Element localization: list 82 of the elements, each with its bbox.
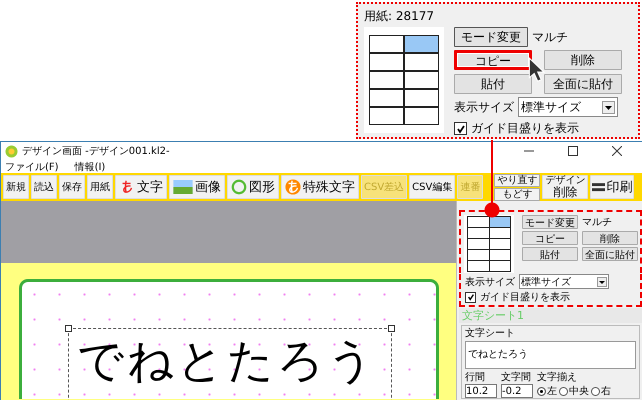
label-cell[interactable] [405,108,438,124]
align-label: 文字揃え [537,370,578,384]
resize-handle[interactable] [388,325,395,332]
label-cell[interactable] [370,54,403,70]
text-area[interactable]: でねとたろう [465,341,636,369]
action-button[interactable]: コピー [454,50,532,70]
radio-option[interactable]: 中央 [559,384,589,398]
label-cell[interactable] [490,261,510,271]
label-cell[interactable] [370,72,403,88]
action-button[interactable]: コピー [522,231,578,245]
app-logo-icon [5,144,18,158]
dropdown-icon [597,276,607,286]
size-label: 表示サイズ [454,98,514,116]
size-label: 表示サイズ [465,276,515,288]
label-cell[interactable] [370,36,403,52]
checkbox[interactable] [465,292,476,302]
selection-frame[interactable]: でねとたろう [68,328,392,400]
label-cell[interactable] [405,90,438,106]
toolbar-button[interactable]: 読込 [31,175,57,199]
toolbar-button[interactable]: 用紙 [87,175,113,199]
toolbar-button[interactable]: 印刷 [590,175,634,199]
toolbar-button[interactable]: 特殊文字 [281,175,359,199]
landscape-icon [173,180,193,194]
label-cell[interactable] [490,239,510,249]
label-text: でねとたろう [77,332,377,389]
printer-icon [592,182,606,192]
label-cell[interactable] [405,72,438,88]
toolbar-button[interactable]: 保存 [59,175,85,199]
spin-field[interactable]: -0.2 [501,384,533,398]
checkbox-label: ガイド目盛りを表示 [480,290,570,304]
toolbar-button[interactable]: 画像 [169,175,225,199]
action-button[interactable]: 貼付 [522,247,578,261]
label-cell[interactable] [468,239,488,249]
paper-label: 用紙: 28177 [364,8,436,25]
mode-value: マルチ [582,216,612,229]
sheet-title: 文字シート1 [459,308,642,323]
hiragana-icon [285,179,301,195]
label-cell[interactable] [370,90,403,106]
action-button[interactable]: 削除 [582,231,638,245]
size-select[interactable]: 標準サイズ [519,274,609,289]
toolbar-button[interactable]: やり直す [494,174,540,186]
label-cell[interactable] [468,217,488,227]
toolbar-button[interactable]: デザイン 削除 [542,175,588,199]
label-cell[interactable] [405,36,438,52]
spin-field[interactable]: 10.2 [465,384,497,398]
toolbar-button[interactable]: もどす [494,188,540,200]
dropdown-icon [602,100,615,114]
toolbar-button[interactable]: 新規 [3,175,29,199]
mode-value: マルチ [532,28,568,46]
toolbar-button[interactable]: 文字 [115,175,167,199]
label-cell[interactable] [468,261,488,271]
label-cell[interactable] [370,108,403,124]
label-cell[interactable] [405,54,438,70]
radio-option[interactable]: 左 [537,384,557,398]
toolbar-button[interactable]: 図形 [227,175,279,199]
label-cell[interactable] [490,217,510,227]
action-button[interactable]: 削除 [544,50,622,70]
close-icon[interactable] [612,146,622,156]
checkbox[interactable] [454,122,467,135]
label-cell[interactable] [468,228,488,238]
menu-item[interactable]: 情報(I) [74,160,106,174]
resize-handle[interactable] [65,325,72,332]
spin-label: 行間 [465,371,486,384]
group-label: 文字シート [465,326,516,340]
circle-icon [231,179,247,195]
maximize-icon[interactable] [568,146,578,156]
menu-item[interactable]: ファイル(F) [5,160,59,174]
mode-button[interactable]: モード変更 [522,215,578,229]
label-cell[interactable] [490,228,510,238]
radio-option[interactable]: 右 [591,384,611,398]
size-select[interactable]: 標準サイズ [518,97,618,117]
label-cell[interactable] [468,250,488,260]
label-cell[interactable] [490,250,510,260]
pointer-cursor-icon [528,56,546,84]
toolbar-button[interactable]: CSV編集 [409,175,456,199]
action-button[interactable]: 貼付 [454,74,532,94]
mode-button[interactable]: モード変更 [454,27,528,47]
window-title: デザイン画面 -デザイン001.kl2- [22,145,170,158]
action-button[interactable]: 全面に貼付 [582,247,638,261]
action-button[interactable]: 全面に貼付 [544,74,622,94]
checkbox-label: ガイド目盛りを表示 [471,120,579,137]
spin-label: 文字間 [501,370,532,384]
